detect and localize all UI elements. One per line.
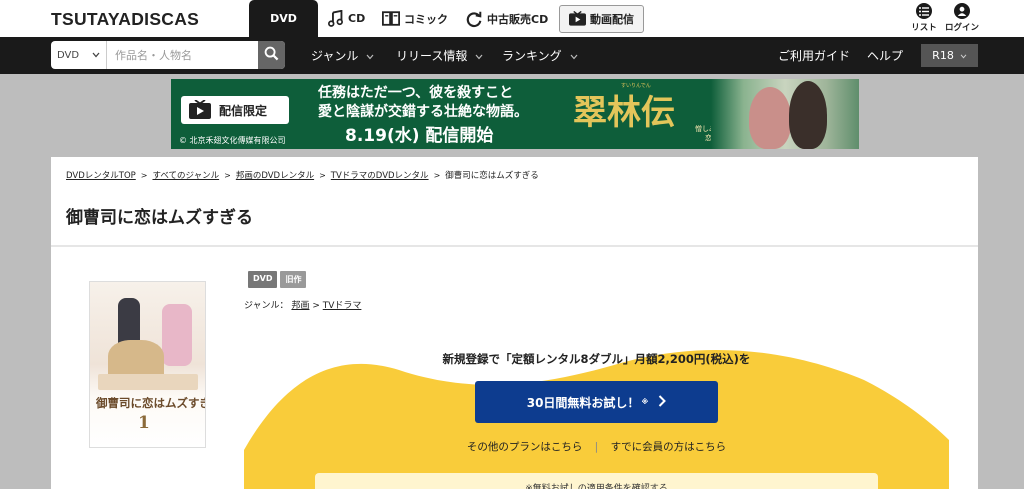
banner-badge: 配信限定 bbox=[181, 96, 289, 124]
existing-member-link[interactable]: すでに会員の方はこちら bbox=[611, 441, 727, 453]
r18-button[interactable]: R18 bbox=[921, 44, 978, 67]
banner-date: 8.19(水) 配信開始 bbox=[345, 126, 494, 146]
signup-promo: 新規登録で「定額レンタル8ダブル」月額2,200円(税込)を 30日間無料お試し… bbox=[244, 325, 949, 489]
nav-release[interactable]: リリース情報 bbox=[396, 47, 483, 64]
breadcrumb-link[interactable]: TVドラマのDVDレンタル bbox=[331, 169, 429, 181]
banner-line-2: 愛と陰謀が交錯する壮絶な物語。 bbox=[318, 104, 528, 120]
banner-title: 翠林伝 bbox=[573, 93, 675, 133]
search-icon bbox=[264, 46, 279, 65]
product-card: DVDレンタルTOP > すべてのジャンル > 邦画のDVDレンタル > TVド… bbox=[51, 157, 978, 489]
login-button[interactable]: ログイン bbox=[942, 3, 982, 33]
tab-used-cd[interactable]: 中古販売CD bbox=[465, 0, 548, 37]
link-separator: | bbox=[594, 441, 599, 453]
chevron-right-icon bbox=[658, 394, 667, 410]
r18-label: R18 bbox=[932, 49, 954, 62]
trial-conditions-toggle[interactable]: ※無料お試しの適用条件を確認する bbox=[315, 473, 878, 489]
book-icon bbox=[382, 10, 400, 27]
cover-volume: 1 bbox=[138, 413, 150, 433]
login-label: ログイン bbox=[944, 23, 979, 33]
cover-figure-woman bbox=[162, 304, 192, 366]
product-cover-image[interactable]: 御曹司に恋はムズすぎる 1 bbox=[89, 281, 206, 448]
breadcrumb-current: 御曹司に恋はムズすぎる bbox=[445, 171, 539, 181]
breadcrumb: DVDレンタルTOP > すべてのジャンル > 邦画のDVDレンタル > TVド… bbox=[66, 169, 539, 182]
play-icon bbox=[569, 11, 586, 27]
promo-links: その他のプランはこちら | すでに会員の方はこちら bbox=[244, 439, 949, 454]
play-icon bbox=[189, 100, 211, 120]
genre-link[interactable]: 邦画 bbox=[291, 301, 309, 311]
breadcrumb-separator: > bbox=[140, 170, 148, 180]
other-plans-link[interactable]: その他のプランはこちら bbox=[467, 441, 583, 453]
banner-line-1: 任務はただ一つ、彼を殺すこと bbox=[318, 85, 514, 101]
free-trial-note: ※ bbox=[641, 398, 649, 406]
chevron-down-icon bbox=[366, 49, 374, 63]
tab-streaming-label: 動画配信 bbox=[590, 13, 634, 26]
tab-comic-label: コミック bbox=[404, 12, 448, 26]
nav-bar: DVD ジャンル リリース情報 ランキング ご利用ガイド ヘルプ R18 bbox=[0, 37, 1024, 74]
nav-ranking[interactable]: ランキング bbox=[502, 47, 578, 64]
search-button[interactable] bbox=[258, 41, 285, 69]
search-input[interactable] bbox=[111, 41, 257, 69]
breadcrumb-separator: > bbox=[433, 170, 441, 180]
banner-photo-figure bbox=[789, 81, 827, 149]
tab-streaming[interactable]: 動画配信 bbox=[559, 5, 644, 33]
list-label: リスト bbox=[911, 23, 937, 33]
breadcrumb-separator: > bbox=[224, 170, 231, 180]
genre-label: ジャンル： bbox=[244, 301, 289, 311]
banner-copyright: © 北京禾翅文化傳媒有限公司 bbox=[179, 136, 286, 145]
badge-dvd: DVD bbox=[248, 271, 278, 288]
chevron-down-icon bbox=[475, 49, 483, 63]
top-bar: TSUTAYADISCAS DVD CD コミック 中古販売CD 動画配信 リス… bbox=[0, 0, 1024, 37]
banner-photo-figure bbox=[749, 87, 791, 149]
list-button[interactable]: リスト bbox=[904, 3, 944, 33]
tab-used-cd-label: 中古販売CD bbox=[487, 12, 549, 26]
badge-old-release: 旧作 bbox=[280, 271, 307, 288]
breadcrumb-link[interactable]: DVDレンタルTOP bbox=[66, 169, 136, 181]
free-trial-label: 30日間無料お試し！ bbox=[526, 395, 640, 410]
site-logo[interactable]: TSUTAYADISCAS bbox=[51, 9, 199, 30]
promo-headline: 新規登録で「定額レンタル8ダブル」月額2,200円(税込)を bbox=[442, 352, 751, 366]
cover-title: 御曹司に恋はムズすぎる bbox=[96, 396, 205, 410]
genre-separator: > bbox=[312, 301, 323, 311]
genre-link[interactable]: TVドラマ bbox=[323, 301, 362, 311]
search-category-select[interactable]: DVD bbox=[51, 41, 107, 69]
nav-ranking-label: ランキング bbox=[502, 49, 562, 63]
banner-photo bbox=[711, 79, 859, 149]
music-note-icon bbox=[327, 10, 344, 27]
breadcrumb-link[interactable]: すべてのジャンル bbox=[152, 169, 219, 181]
trial-conditions-label: ※無料お試しの適用条件を確認する bbox=[525, 483, 668, 489]
tab-dvd[interactable]: DVD bbox=[249, 0, 318, 37]
nav-guide[interactable]: ご利用ガイド bbox=[778, 47, 850, 64]
cover-base bbox=[98, 374, 198, 390]
breadcrumb-link[interactable]: 邦画のDVDレンタル bbox=[236, 169, 314, 181]
user-icon bbox=[954, 3, 970, 19]
tab-cd[interactable]: CD bbox=[327, 0, 365, 37]
nav-help[interactable]: ヘルプ bbox=[867, 47, 903, 64]
tab-cd-label: CD bbox=[348, 12, 366, 25]
search-category-value: DVD bbox=[57, 49, 80, 61]
chevron-down-icon bbox=[570, 49, 578, 63]
breadcrumb-separator: > bbox=[319, 170, 326, 180]
page-title: 御曹司に恋はムズすぎる bbox=[66, 208, 253, 228]
refresh-icon bbox=[465, 10, 483, 28]
tab-comic[interactable]: コミック bbox=[382, 0, 448, 37]
nav-genre-label: ジャンル bbox=[311, 49, 359, 63]
list-icon bbox=[916, 3, 932, 19]
banner-badge-label: 配信限定 bbox=[219, 103, 268, 118]
chevron-down-icon bbox=[960, 49, 967, 62]
search-box: DVD bbox=[51, 41, 285, 69]
genre-line: ジャンル： 邦画 > TVドラマ bbox=[244, 298, 361, 311]
chevron-down-icon bbox=[92, 50, 100, 61]
format-badges: DVD 旧作 bbox=[248, 271, 309, 288]
nav-genre[interactable]: ジャンル bbox=[311, 47, 374, 64]
tab-dvd-label: DVD bbox=[270, 12, 297, 25]
divider bbox=[51, 245, 978, 247]
nav-release-label: リリース情報 bbox=[396, 49, 468, 63]
free-trial-button[interactable]: 30日間無料お試し！ ※ bbox=[475, 381, 718, 423]
promo-banner[interactable]: 配信限定 任務はただ一つ、彼を殺すこと 愛と陰謀が交錯する壮絶な物語。 8.19… bbox=[171, 79, 859, 149]
